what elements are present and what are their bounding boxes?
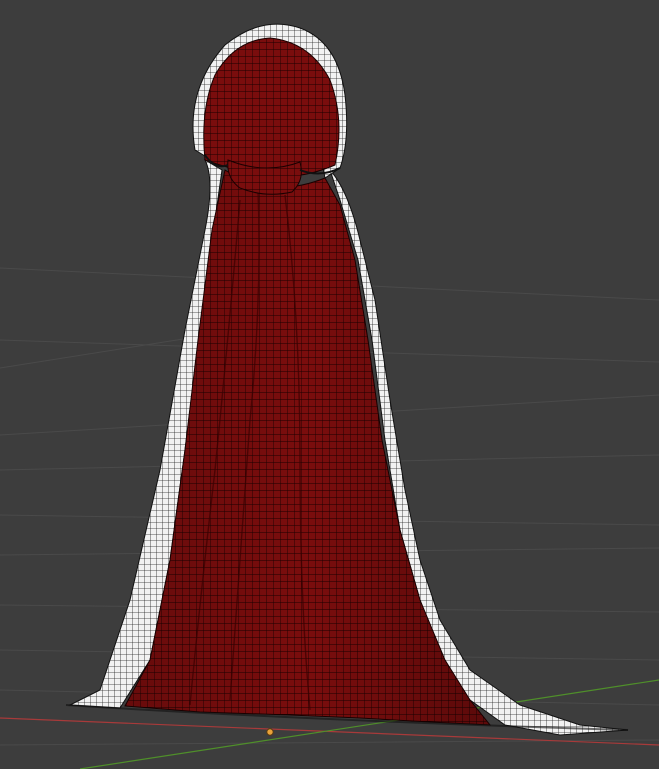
cloak-mesh[interactable]	[68, 23, 629, 736]
viewport-canvas[interactable]	[0, 0, 659, 769]
object-origin-point[interactable]	[266, 728, 274, 736]
3d-viewport[interactable]	[0, 0, 659, 769]
